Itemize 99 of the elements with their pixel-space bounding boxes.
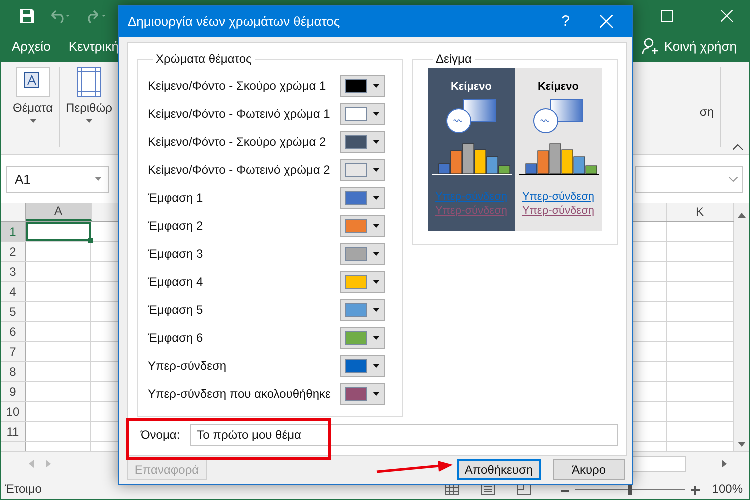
ribbon-label: ση: [700, 105, 714, 119]
caret-icon: [373, 112, 380, 116]
color-label: Κείμενο/Φόντο - Φωτεινό χρώμα 1: [148, 107, 330, 121]
color-label: Έμφαση 5: [148, 303, 204, 317]
caret-icon: [373, 364, 380, 368]
caret-icon: [373, 140, 380, 144]
save-icon[interactable]: [19, 8, 35, 24]
color-label: Κείμενο/Φόντο - Σκούρο χρώμα 2: [148, 135, 326, 149]
zoom-level: 100%: [712, 482, 743, 496]
caret-icon: [373, 84, 380, 88]
color-picker-button[interactable]: [340, 215, 385, 237]
shapes-drawing: [532, 99, 584, 135]
group-title: Χρώματα θέματος: [155, 52, 253, 66]
name-label: Όνομα:: [141, 428, 180, 442]
row-header[interactable]: 5: [1, 302, 26, 321]
caret-icon: [373, 252, 380, 256]
margins-icon: [77, 67, 102, 97]
previous-sheet-icon[interactable]: [29, 460, 34, 468]
row-header[interactable]: 1: [1, 222, 26, 241]
normal-view-icon[interactable]: [445, 484, 460, 495]
sample-link[interactable]: Υπερ-σύνδεση: [522, 191, 594, 203]
next-sheet-icon[interactable]: [46, 460, 51, 468]
status-text: Έτοιμο: [5, 482, 42, 496]
sample-heading: Κείμενο: [538, 81, 579, 93]
close-icon[interactable]: [600, 15, 613, 28]
name-box[interactable]: A1: [6, 166, 109, 192]
color-picker-button[interactable]: [340, 299, 385, 321]
color-label: Κείμενο/Φόντο - Σκούρο χρώμα 1: [148, 79, 326, 93]
group-title: Δείγμα: [435, 52, 473, 66]
color-picker-button[interactable]: [340, 103, 385, 125]
themes-button[interactable]: Θέματα: [13, 67, 54, 123]
zoom-out-icon[interactable]: [561, 487, 570, 495]
scroll-down-icon[interactable]: [738, 442, 746, 447]
help-button[interactable]: ?: [562, 13, 570, 30]
close-icon[interactable]: [721, 10, 733, 22]
ribbon-tab[interactable]: Αρχείο: [12, 39, 51, 54]
row-header[interactable]: 7: [1, 342, 26, 361]
row-header[interactable]: [1, 442, 26, 451]
shapes-drawing: [446, 99, 498, 135]
color-label: Έμφαση 4: [148, 275, 204, 289]
redo-icon[interactable]: [85, 9, 107, 23]
caret-icon: [86, 119, 93, 123]
chevron-icon[interactable]: [729, 176, 738, 182]
row-header[interactable]: 9: [1, 382, 26, 401]
row-header[interactable]: 6: [1, 322, 26, 341]
row-header[interactable]: 10: [1, 402, 26, 421]
caret-icon: [30, 119, 37, 123]
scroll-right-icon[interactable]: [722, 460, 727, 468]
cancel-button[interactable]: Άκυρο: [553, 459, 625, 480]
sample-visited-link[interactable]: Υπερ-σύνδεση: [522, 205, 594, 217]
row-header[interactable]: 4: [1, 282, 26, 301]
color-label: Έμφαση 1: [148, 191, 204, 205]
caret-icon: [95, 177, 102, 181]
caret-icon: [373, 196, 380, 200]
color-picker-button[interactable]: [340, 131, 385, 153]
person-icon: [642, 38, 660, 55]
row-header[interactable]: 11: [1, 422, 26, 441]
scroll-up-icon[interactable]: [738, 213, 746, 218]
caret-icon: [373, 308, 380, 312]
margins-button[interactable]: Περιθώρ: [66, 67, 112, 123]
color-label: Έμφαση 2: [148, 219, 204, 233]
color-label: Έμφαση 6: [148, 331, 204, 345]
save-button[interactable]: Αποθήκευση: [457, 459, 541, 480]
color-picker-button[interactable]: [340, 187, 385, 209]
color-picker-button[interactable]: [340, 243, 385, 265]
color-picker-button[interactable]: [340, 271, 385, 293]
column-header[interactable]: A: [26, 203, 92, 221]
row-header[interactable]: 2: [1, 242, 26, 261]
color-label: Κείμενο/Φόντο - Φωτεινό χρώμα 2: [148, 163, 330, 177]
caret-icon: [373, 392, 380, 396]
sample-heading: Κείμενο: [450, 81, 492, 93]
selected-cell[interactable]: [26, 222, 91, 241]
themes-icon: [16, 67, 50, 97]
ribbon-tab[interactable]: Κεντρική: [68, 39, 119, 54]
color-label: Έμφαση 3: [148, 247, 204, 261]
name-field[interactable]: Το πρώτο μου θέμα: [190, 424, 618, 446]
color-picker-button[interactable]: [340, 327, 385, 349]
caret-icon: [373, 336, 380, 340]
row-header[interactable]: 8: [1, 362, 26, 381]
formula-field[interactable]: [635, 166, 743, 192]
color-label: Υπερ-σύνδεση που ακολουθήθηκε: [148, 387, 331, 401]
share-button[interactable]: Κοινή χρήση: [642, 38, 737, 55]
caret-icon: [373, 224, 380, 228]
maximize-icon[interactable]: [661, 10, 673, 22]
window-title: Δημιουργία νέων χρωμάτων θέματος: [128, 14, 342, 29]
slider-thumb[interactable]: [628, 485, 632, 495]
undo-icon[interactable]: [49, 9, 71, 23]
page-break-icon[interactable]: [517, 484, 532, 495]
color-picker-button[interactable]: [340, 383, 385, 405]
collapse-icon[interactable]: [733, 144, 743, 150]
caret-icon: [373, 168, 380, 172]
caret-icon: [373, 280, 380, 284]
color-picker-button[interactable]: [340, 159, 385, 181]
row-header[interactable]: 3: [1, 262, 26, 281]
color-label: Υπερ-σύνδεση: [148, 359, 227, 373]
zoom-in-icon[interactable]: [691, 486, 700, 495]
color-picker-button[interactable]: [340, 75, 385, 97]
zoom-slider[interactable]: [575, 485, 686, 495]
color-picker-button[interactable]: [340, 355, 385, 377]
